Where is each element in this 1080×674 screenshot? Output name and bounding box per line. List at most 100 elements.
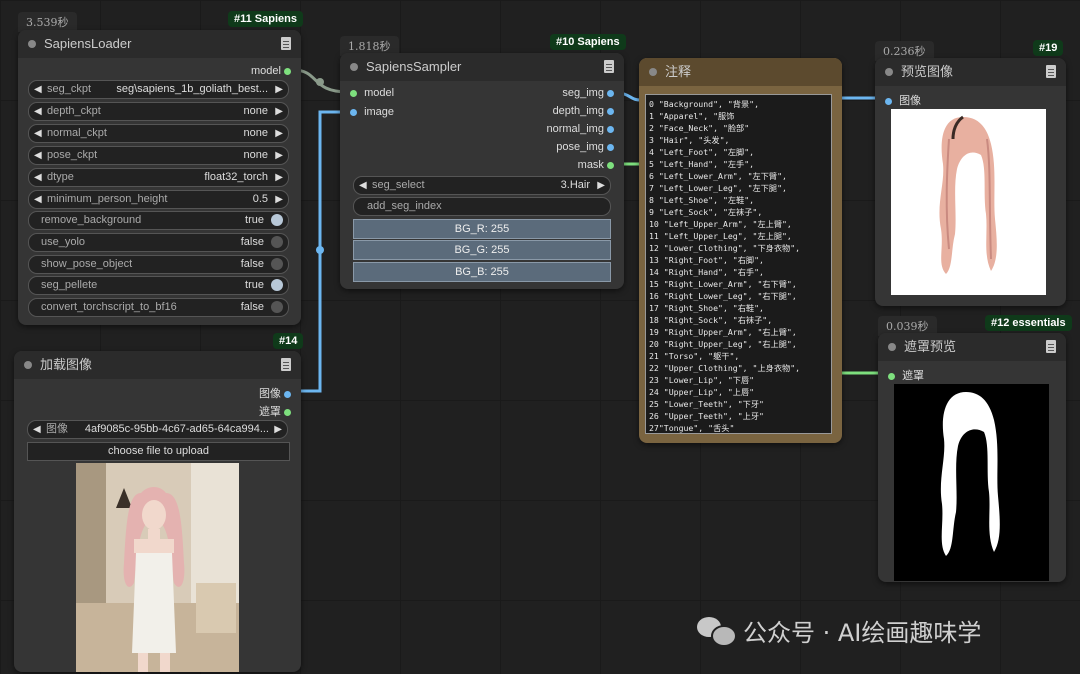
- sapiens-sampler-node[interactable]: SapiensSampler model image seg_img depth…: [340, 53, 624, 289]
- collapse-dot-icon[interactable]: [28, 40, 36, 48]
- widget-label: depth_ckpt: [47, 105, 101, 117]
- upload-button[interactable]: choose file to upload: [27, 442, 290, 461]
- text-add-seg-index[interactable]: add_seg_index: [353, 197, 611, 216]
- output-port-icon[interactable]: [607, 107, 614, 115]
- output-port-icon[interactable]: [607, 143, 614, 151]
- toggle-knob-icon[interactable]: [271, 236, 283, 248]
- combo-seg-select[interactable]: ◀ seg_select 3.Hair ▶: [353, 176, 611, 195]
- arrow-right-icon[interactable]: ▶: [275, 147, 283, 164]
- input-image[interactable]: image: [350, 106, 394, 118]
- document-icon[interactable]: [1046, 65, 1056, 78]
- arrow-left-icon[interactable]: ◀: [34, 103, 42, 120]
- arrow-right-icon[interactable]: ▶: [597, 177, 605, 194]
- arrow-right-icon[interactable]: ▶: [275, 125, 283, 142]
- combo-image-file[interactable]: ◀ 图像 4af9085c-95bb-4c67-ad65-64ca994... …: [27, 420, 288, 439]
- output-port-icon[interactable]: [284, 67, 291, 75]
- loaded-photo: [76, 463, 239, 672]
- toggle-value: true: [245, 279, 264, 291]
- combo-normal-ckpt[interactable]: ◀ normal_ckpt none ▶: [28, 124, 289, 143]
- arrow-left-icon[interactable]: ◀: [34, 125, 42, 142]
- output-label: normal_img: [546, 123, 604, 135]
- input-port-icon[interactable]: [885, 97, 892, 105]
- sapiens-loader-node[interactable]: SapiensLoader model ◀ seg_ckpt seg\sapie…: [18, 30, 301, 325]
- arrow-left-icon[interactable]: ◀: [359, 177, 367, 194]
- toggle-knob-icon[interactable]: [271, 301, 283, 313]
- bg-b-slider[interactable]: BG_B: 255: [353, 262, 611, 282]
- output-port-icon[interactable]: [284, 408, 291, 416]
- toggle-knob-icon[interactable]: [271, 279, 283, 291]
- input-image[interactable]: 图像: [885, 92, 921, 108]
- toggle-label: show_pose_object: [41, 258, 133, 270]
- bg-g-slider[interactable]: BG_G: 255: [353, 240, 611, 260]
- bg-r-slider[interactable]: BG_R: 255: [353, 219, 611, 239]
- input-port-icon[interactable]: [350, 89, 357, 97]
- mask-preview-node[interactable]: 遮罩预览 遮罩: [878, 333, 1066, 582]
- toggle-use-yolo[interactable]: use_yolo false: [28, 233, 289, 252]
- toggle-value: false: [240, 301, 264, 313]
- mask-preview-image: [894, 384, 1049, 581]
- widget-value: none: [243, 105, 268, 117]
- arrow-left-icon[interactable]: ◀: [34, 169, 42, 186]
- document-icon[interactable]: [281, 37, 291, 50]
- node-title-bar[interactable]: 注释: [639, 58, 842, 86]
- widget-value: 4af9085c-95bb-4c67-ad65-64ca994...: [84, 423, 269, 435]
- arrow-right-icon[interactable]: ▶: [275, 191, 283, 208]
- watermark: 公众号 · AI绘画趣味学: [697, 614, 981, 647]
- output-image[interactable]: 图像: [259, 385, 291, 401]
- toggle-knob-icon[interactable]: [271, 258, 283, 270]
- output-mask[interactable]: 遮罩: [259, 403, 291, 419]
- node-title-bar[interactable]: SapiensLoader: [18, 30, 301, 58]
- input-mask[interactable]: 遮罩: [888, 367, 924, 383]
- document-icon[interactable]: [281, 358, 291, 371]
- node-title-bar[interactable]: 遮罩预览: [878, 333, 1066, 361]
- input-port-icon[interactable]: [350, 108, 357, 116]
- arrow-left-icon[interactable]: ◀: [34, 191, 42, 208]
- output-mask[interactable]: mask: [578, 159, 614, 171]
- output-depth-img[interactable]: depth_img: [553, 105, 614, 117]
- toggle-show-pose-object[interactable]: show_pose_object false: [28, 255, 289, 274]
- combo-depth-ckpt[interactable]: ◀ depth_ckpt none ▶: [28, 102, 289, 121]
- number-min-person-height[interactable]: ◀ minimum_person_height 0.5 ▶: [28, 190, 289, 209]
- arrow-right-icon[interactable]: ▶: [275, 169, 283, 186]
- note-node[interactable]: 注释 0 "Background", "背景", 1 "Apparel", "服…: [639, 58, 842, 443]
- collapse-dot-icon[interactable]: [649, 68, 657, 76]
- document-icon[interactable]: [604, 60, 614, 73]
- input-port-icon[interactable]: [888, 372, 895, 380]
- input-model[interactable]: model: [350, 87, 394, 99]
- node-title-bar[interactable]: 预览图像: [875, 58, 1066, 86]
- arrow-left-icon[interactable]: ◀: [34, 81, 42, 98]
- collapse-dot-icon[interactable]: [350, 63, 358, 71]
- toggle-seg-pellete[interactable]: seg_pellete true: [28, 276, 289, 295]
- arrow-right-icon[interactable]: ▶: [275, 81, 283, 98]
- combo-dtype[interactable]: ◀ dtype float32_torch ▶: [28, 168, 289, 187]
- output-port-icon[interactable]: [607, 125, 614, 133]
- collapse-dot-icon[interactable]: [24, 361, 32, 369]
- document-icon[interactable]: [1046, 340, 1056, 353]
- toggle-knob-icon[interactable]: [271, 214, 283, 226]
- output-label: model: [250, 65, 281, 77]
- output-pose-img[interactable]: pose_img: [556, 141, 614, 153]
- combo-seg-ckpt[interactable]: ◀ seg_ckpt seg\sapiens_1b_goliath_best..…: [28, 80, 289, 99]
- output-seg-img[interactable]: seg_img: [562, 87, 614, 99]
- output-model[interactable]: model: [251, 65, 291, 77]
- node-title-bar[interactable]: SapiensSampler: [340, 53, 624, 81]
- arrow-left-icon[interactable]: ◀: [33, 421, 41, 438]
- note-textarea[interactable]: 0 "Background", "背景", 1 "Apparel", "服饰 2…: [645, 94, 832, 434]
- combo-pose-ckpt[interactable]: ◀ pose_ckpt none ▶: [28, 146, 289, 165]
- arrow-right-icon[interactable]: ▶: [274, 421, 282, 438]
- output-port-icon[interactable]: [607, 89, 614, 97]
- output-normal-img[interactable]: normal_img: [546, 123, 614, 135]
- arrow-right-icon[interactable]: ▶: [275, 103, 283, 120]
- input-label: image: [364, 106, 395, 118]
- collapse-dot-icon[interactable]: [888, 343, 896, 351]
- node-title-bar[interactable]: 加载图像: [14, 351, 301, 379]
- output-port-icon[interactable]: [607, 161, 614, 169]
- toggle-convert-torchscript[interactable]: convert_torchscript_to_bf16 false: [28, 298, 289, 317]
- toggle-remove-background[interactable]: remove_background true: [28, 211, 289, 230]
- preview-image-node[interactable]: 预览图像 图像: [875, 58, 1066, 306]
- arrow-left-icon[interactable]: ◀: [34, 147, 42, 164]
- loader-time-badge: 3.539秒: [18, 12, 77, 32]
- load-image-node[interactable]: 加载图像 图像 遮罩 ◀ 图像 4af9085c-95bb-4c67-ad65-…: [14, 351, 301, 672]
- collapse-dot-icon[interactable]: [885, 68, 893, 76]
- output-port-icon[interactable]: [284, 390, 291, 398]
